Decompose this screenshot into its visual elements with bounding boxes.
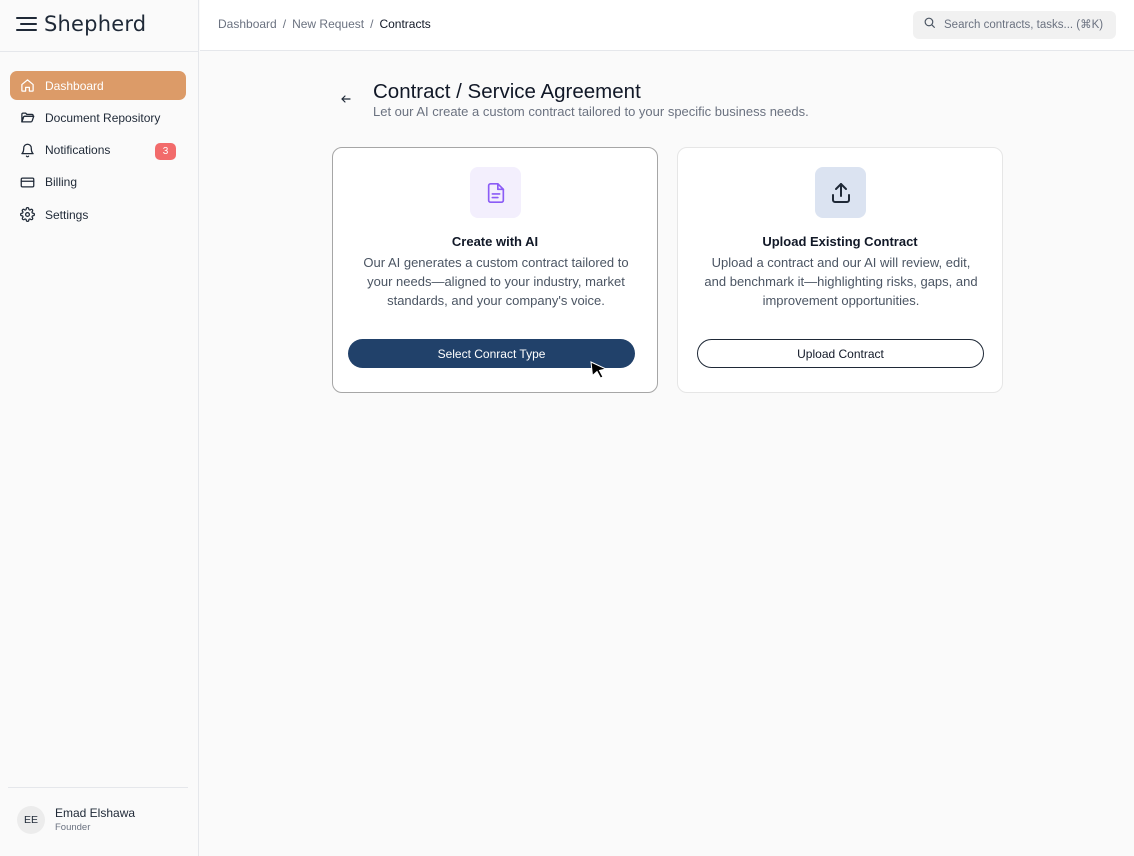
search-box[interactable] bbox=[913, 11, 1116, 39]
sidebar-item-settings[interactable]: Settings bbox=[10, 200, 186, 229]
card-title: Upload Existing Contract bbox=[762, 234, 918, 249]
sidebar-item-dashboard[interactable]: Dashboard bbox=[10, 71, 186, 100]
breadcrumb-dashboard[interactable]: Dashboard bbox=[218, 17, 277, 31]
breadcrumb-new-request[interactable]: New Request bbox=[292, 17, 364, 31]
user-name: Emad Elshawa bbox=[55, 806, 136, 820]
folder-icon bbox=[20, 110, 35, 125]
home-icon bbox=[20, 78, 35, 93]
sidebar-item-label: Billing bbox=[45, 175, 78, 190]
avatar: EE bbox=[17, 806, 45, 834]
upload-icon bbox=[815, 167, 866, 218]
bell-icon bbox=[20, 143, 35, 158]
document-icon bbox=[470, 167, 521, 218]
sidebar-item-label: Dashboard bbox=[45, 78, 104, 93]
breadcrumb: Dashboard / New Request / Contracts bbox=[218, 17, 431, 31]
card-title: Create with AI bbox=[451, 234, 539, 249]
breadcrumb-current: Contracts bbox=[379, 17, 431, 31]
top-bar: Dashboard / New Request / Contracts bbox=[200, 0, 1134, 51]
search-icon bbox=[923, 16, 936, 34]
create-with-ai-card: Create with AI Our AI generates a custom… bbox=[332, 147, 658, 393]
sidebar-item-label: Settings bbox=[45, 207, 89, 222]
divider bbox=[0, 51, 199, 52]
app-logo[interactable]: Shepherd bbox=[16, 12, 146, 36]
page-subtitle: Let our AI create a custom contract tail… bbox=[373, 104, 809, 119]
upload-existing-contract-card: Upload Existing Contract Upload a contra… bbox=[677, 147, 1003, 393]
card-description: Our AI generates a custom contract tailo… bbox=[363, 255, 629, 308]
mouse-cursor-icon bbox=[590, 361, 608, 379]
user-profile[interactable]: EE Emad Elshawa Founder bbox=[17, 806, 135, 834]
breadcrumb-separator: / bbox=[282, 17, 287, 31]
card-description: Upload a contract and our AI will review… bbox=[704, 255, 978, 308]
sidebar-nav: Dashboard Document Repository Notificati… bbox=[10, 71, 186, 232]
search-input[interactable] bbox=[944, 19, 1114, 31]
breadcrumb-separator: / bbox=[370, 17, 374, 31]
sidebar-item-document-repository[interactable]: Document Repository bbox=[10, 103, 186, 132]
sidebar-item-label: Document Repository bbox=[45, 110, 161, 125]
credit-card-icon bbox=[20, 175, 35, 190]
sidebar-item-billing[interactable]: Billing bbox=[10, 168, 186, 197]
sidebar-item-notifications[interactable]: Notifications 3 bbox=[10, 136, 186, 165]
user-role: Founder bbox=[55, 822, 91, 833]
arrow-left-icon bbox=[341, 95, 351, 103]
logo-icon bbox=[16, 14, 38, 34]
back-button[interactable] bbox=[338, 91, 354, 107]
notification-count-badge: 3 bbox=[155, 142, 176, 160]
sidebar: Shepherd Dashboard Document Repository N… bbox=[0, 0, 199, 856]
page-title: Contract / Service Agreement bbox=[373, 80, 641, 103]
app-name: Shepherd bbox=[44, 12, 147, 36]
sidebar-item-label: Notifications bbox=[45, 143, 111, 158]
gear-icon bbox=[20, 207, 35, 223]
upload-contract-button[interactable]: Upload Contract bbox=[697, 339, 984, 368]
divider bbox=[8, 787, 188, 788]
